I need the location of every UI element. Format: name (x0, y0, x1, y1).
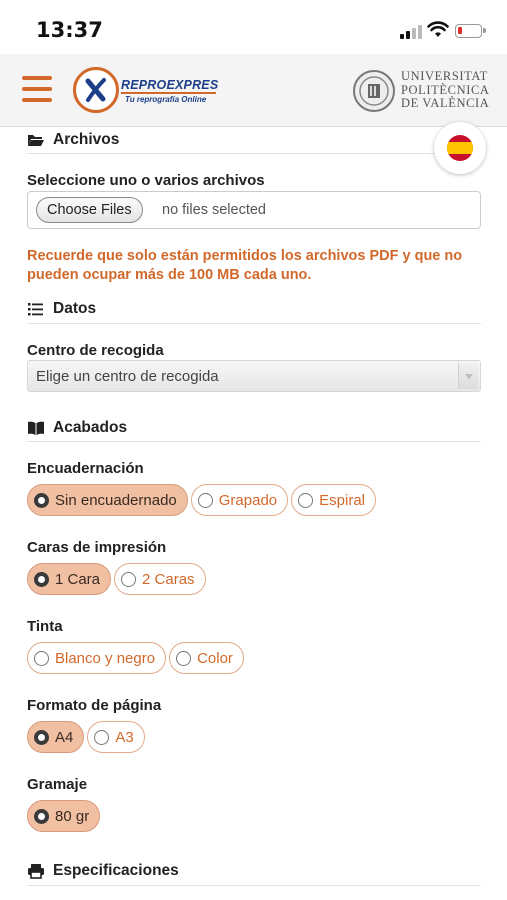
radio-dot-icon (34, 650, 49, 666)
radio-dot-icon (34, 729, 49, 745)
centro-select-value: Elige un centro de recogida (36, 368, 219, 385)
file-status: no files selected (162, 202, 266, 218)
reproexpres-logo[interactable]: REPROEXPRES Tu reprografía Online (73, 67, 218, 113)
chevron-down-icon (458, 363, 478, 389)
divider (27, 441, 481, 442)
radio-color[interactable]: Color (169, 642, 244, 674)
gramaje-label: Gramaje (27, 776, 88, 793)
radio-label: A4 (55, 728, 74, 746)
divider (27, 885, 481, 886)
divider (27, 153, 481, 154)
language-button[interactable] (434, 122, 486, 174)
menu-icon[interactable] (22, 76, 52, 104)
file-input[interactable]: Choose Files no files selected (27, 191, 481, 229)
radio-dot-icon (197, 492, 213, 508)
radio-espiral[interactable]: Espiral (291, 484, 376, 516)
radio-80-gr[interactable]: 80 gr (27, 800, 101, 832)
tinta-label: Tinta (27, 618, 63, 635)
battery-icon (455, 24, 486, 38)
university-line: POLITÈCNICA (401, 82, 490, 97)
divider (27, 323, 481, 324)
logo-x-icon (73, 67, 119, 113)
encuadernacion-options: Sin encuadernado Grapado Espiral (27, 484, 379, 516)
files-label: Seleccione uno o varios archivos (27, 172, 265, 189)
radio-label: Espiral (319, 491, 365, 509)
logo-tagline: Tu reprografía Online (125, 95, 207, 104)
cellular-signal-icon (400, 25, 422, 39)
university-name: UNIVERSITAT POLITÈCNICA DE VALÈNCIA (401, 69, 490, 111)
tinta-options: Blanco y negro Color (27, 642, 247, 674)
book-open-icon (28, 421, 44, 435)
radio-2-caras[interactable]: 2 Caras (114, 563, 206, 595)
radio-label: Color (197, 649, 233, 667)
section-title: Especificaciones (53, 862, 179, 879)
section-acabados: Acabados (27, 419, 127, 437)
university-line: DE VALÈNCIA (401, 96, 490, 110)
university-seal-icon (353, 70, 395, 112)
section-title: Archivos (53, 131, 120, 148)
radio-dot-icon (176, 650, 192, 666)
section-title: Datos (53, 300, 97, 317)
radio-dot-icon (34, 571, 49, 587)
radio-label: Grapado (218, 491, 278, 509)
section-datos: Datos (27, 300, 96, 318)
wifi-icon (427, 21, 449, 37)
radio-a3[interactable]: A3 (87, 721, 145, 753)
radio-sin-encuadernado[interactable]: Sin encuadernado (27, 484, 188, 516)
radio-label: 80 gr (55, 807, 90, 825)
section-archivos: Archivos (27, 131, 119, 149)
choose-files-button[interactable]: Choose Files (36, 197, 143, 223)
logo-name: REPROEXPRES (121, 78, 219, 92)
caras-options: 1 Cara 2 Caras (27, 563, 209, 595)
radio-label: Sin encuadernado (55, 491, 177, 509)
logo-underline (121, 92, 216, 94)
radio-label: Blanco y negro (55, 649, 156, 667)
folder-open-icon (28, 135, 44, 146)
radio-dot-icon (94, 729, 110, 745)
file-warning: Recuerde que solo están permitidos los a… (27, 248, 463, 283)
centro-label: Centro de recogida (27, 342, 164, 359)
radio-dot-icon (34, 808, 49, 824)
section-especificaciones: Especificaciones (27, 862, 179, 880)
section-title: Acabados (53, 419, 128, 436)
radio-label: 2 Caras (142, 570, 195, 588)
centro-select[interactable]: Elige un centro de recogida (27, 360, 481, 392)
formato-label: Formato de página (27, 697, 162, 714)
radio-blanco-y-negro[interactable]: Blanco y negro (27, 642, 167, 674)
status-time: 13:37 (36, 18, 103, 42)
radio-1-cara[interactable]: 1 Cara (27, 563, 112, 595)
list-icon (28, 303, 43, 316)
formato-options: A4 A3 (27, 721, 148, 753)
spain-flag-icon (447, 135, 473, 161)
radio-dot-icon (121, 571, 137, 587)
radio-dot-icon (298, 492, 314, 508)
radio-grapado[interactable]: Grapado (190, 484, 289, 516)
printer-icon (28, 864, 44, 879)
radio-dot-icon (34, 492, 49, 508)
radio-a4[interactable]: A4 (27, 721, 85, 753)
gramaje-options: 80 gr (27, 800, 103, 832)
radio-label: 1 Cara (55, 570, 101, 588)
app-header: REPROEXPRES Tu reprografía Online UNIVER… (0, 54, 507, 127)
status-bar: 13:37 (0, 0, 507, 54)
caras-label: Caras de impresión (27, 539, 167, 556)
radio-label: A3 (115, 728, 134, 746)
encuadernacion-label: Encuadernación (27, 460, 144, 477)
university-line: UNIVERSITAT (401, 69, 488, 83)
